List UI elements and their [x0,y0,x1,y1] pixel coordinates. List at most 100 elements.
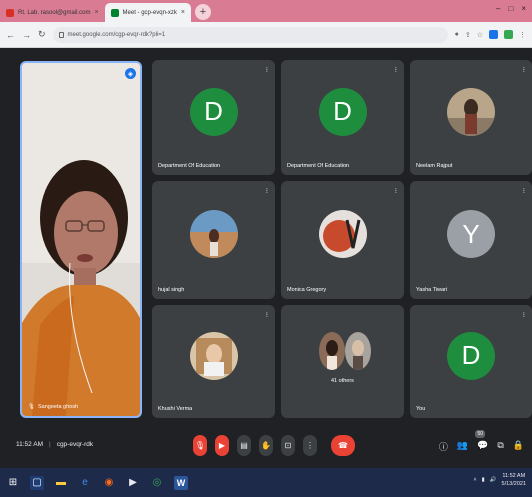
call-controls: 🎙 ▶ ▤ ✋ ⊡ ⋮ ☎ [193,435,355,456]
mic-indicator-icon: ⁝ [265,312,268,319]
info-icon[interactable]: ⓘ [439,440,448,453]
mic-indicator-icon: ⁝ [522,188,525,195]
participant-avatar: D [189,87,238,136]
activities-icon[interactable]: ⧉ [497,440,503,453]
participant-tile[interactable]: D ⁝ Department Of Education [152,60,275,175]
windows-start-icon[interactable]: ⊞ [6,476,20,490]
meet-icon [110,8,119,17]
toolbar-icons: ● ⇪ ☆ ⋮ [455,30,526,39]
lock-icon [58,31,64,38]
participant-tile[interactable]: ⁝ Monica Gregory [281,181,404,299]
word-icon[interactable]: W [174,475,188,490]
participant-avatar: D [447,331,495,380]
participant-name: Khushi Verma [158,406,193,412]
mic-toggle-button[interactable]: 🎙 [193,435,207,456]
participant-photo-avatar [318,331,345,370]
others-tile[interactable]: 41 others [281,305,404,418]
meeting-info: 11:52 AM | cgp-evqr-rdk [16,441,93,448]
screen: Rt. Lab. rasool@gmail.com × Meet - gcp-e… [0,0,532,497]
participant-photo-avatar [189,210,238,258]
extension-icon[interactable] [489,30,498,39]
back-icon[interactable]: ← [6,30,15,40]
browser-tab-1[interactable]: Rt. Lab. rasool@gmail.com × [0,3,105,22]
others-count-label: 41 others [331,378,354,384]
participant-photo-avatar [318,210,367,258]
chat-icon[interactable]: 💬 [477,440,488,453]
side-panel-controls: ⓘ 👥 💬 ⧉ 🔒 [439,440,524,453]
tab-label: Meet - gcp-evqn-xzk [122,9,177,16]
url-input[interactable]: meet.google.com/cgp-evqr-rdk?pli=1 [52,26,448,43]
pin-icon[interactable]: ◈ [125,68,136,79]
self-tile[interactable]: D ⁝ You [410,305,532,418]
host-controls-icon[interactable]: 🔒 [513,440,524,453]
participant-name: You [416,406,426,412]
browser-tab-2[interactable]: Meet - gcp-evqn-xzk × [104,3,191,22]
profile-icon[interactable] [504,30,513,39]
more-options-button[interactable]: ⋮ [303,435,317,456]
raise-hand-button[interactable]: ✋ [259,435,273,456]
system-clock[interactable]: 11:52 AM 5/13/2021 [502,472,526,488]
participant-name: Department Of Education [158,163,221,169]
meeting-code: cgp-evqr-rdk [56,441,94,448]
address-bar: ← → ↻ meet.google.com/cgp-evqr-rdk?pli=1… [0,22,532,48]
meeting-control-bar: 11:52 AM | cgp-evqr-rdk 🎙 ▶ ▤ ✋ ⊡ ⋮ ☎ 50… [0,428,532,468]
chrome-icon[interactable]: ◎ [150,476,164,490]
self-video-tile[interactable]: ◈ 🎙 Sangeeta ghosh [20,61,142,418]
maximize-icon[interactable]: □ [508,4,513,13]
system-tray: ˄ ▮ 🔊 11:52 AM 5/13/2021 [473,472,526,488]
participant-tile[interactable]: D ⁝ Department Of Education [281,60,404,175]
captions-button[interactable]: ▤ [237,435,251,456]
participant-avatar: D [318,87,367,136]
share-icon[interactable]: ⇪ [465,31,471,39]
self-video-feed [22,63,140,416]
close-window-icon[interactable]: × [521,4,526,13]
forward-icon[interactable]: → [22,30,31,40]
participant-tile[interactable]: ⁝ Khushi Verma [152,305,275,418]
participant-name: Department Of Education [287,163,350,169]
task-view-icon[interactable]: ▢ [30,475,44,490]
camera-permission-icon[interactable]: ● [455,31,459,38]
mic-indicator-icon: ⁝ [522,67,525,74]
leave-call-button[interactable]: ☎ [331,435,355,456]
others-avatars [318,331,371,370]
network-icon[interactable]: ▮ [482,477,485,483]
mic-indicator-icon: ⁝ [394,67,397,74]
participant-name: hujal singh [158,287,185,293]
camera-toggle-button[interactable]: ▶ [215,435,229,456]
star-icon[interactable]: ☆ [477,31,483,39]
edge-icon[interactable]: e [78,476,92,490]
close-tab-icon[interactable]: × [94,9,98,16]
minimize-icon[interactable]: – [496,4,500,13]
meeting-time: 11:52 AM [16,441,43,448]
participant-name: Neelam Rajput [416,163,453,169]
participant-tile[interactable]: ⁝ hujal singh [152,181,275,299]
browser-tab-strip: Rt. Lab. rasool@gmail.com × Meet - gcp-e… [0,0,532,22]
menu-icon[interactable]: ⋮ [519,31,526,39]
people-icon[interactable]: 👥 [457,440,468,453]
file-explorer-icon[interactable]: ▬ [54,476,68,490]
media-player-icon[interactable]: ▶ [126,476,140,490]
participant-count-badge: 50 [475,430,485,438]
close-tab-icon[interactable]: × [181,9,185,16]
present-button[interactable]: ⊡ [281,435,295,456]
firefox-icon[interactable]: ◉ [102,476,116,490]
tray-arrow-icon[interactable]: ˄ [473,477,476,483]
gmail-icon [6,8,14,17]
tab-label: Rt. Lab. rasool@gmail.com [18,9,91,16]
participant-tile[interactable]: Y ⁝ Yasha Tiwari [410,181,532,299]
meeting-stage: ◈ 🎙 Sangeeta ghosh D ⁝ Department Of Edu… [0,48,532,428]
self-name-label: 🎙 Sangeeta ghosh [28,404,79,410]
window-controls: – □ × [496,4,526,13]
participant-name: Monica Gregory [287,287,327,293]
participant-avatar: Y [447,210,495,258]
participant-photo-avatar [447,87,495,136]
mic-off-icon: 🎙 [28,404,35,410]
mic-indicator-icon: ⁝ [265,67,268,74]
participant-name: Yasha Tiwari [416,287,448,293]
participant-photo-avatar [189,331,238,380]
participant-tile[interactable]: ⁝ Neelam Rajput [410,60,532,175]
volume-icon[interactable]: 🔊 [490,477,497,483]
separator: | [48,441,51,448]
reload-icon[interactable]: ↻ [38,29,46,40]
new-tab-button[interactable]: + [195,4,211,20]
